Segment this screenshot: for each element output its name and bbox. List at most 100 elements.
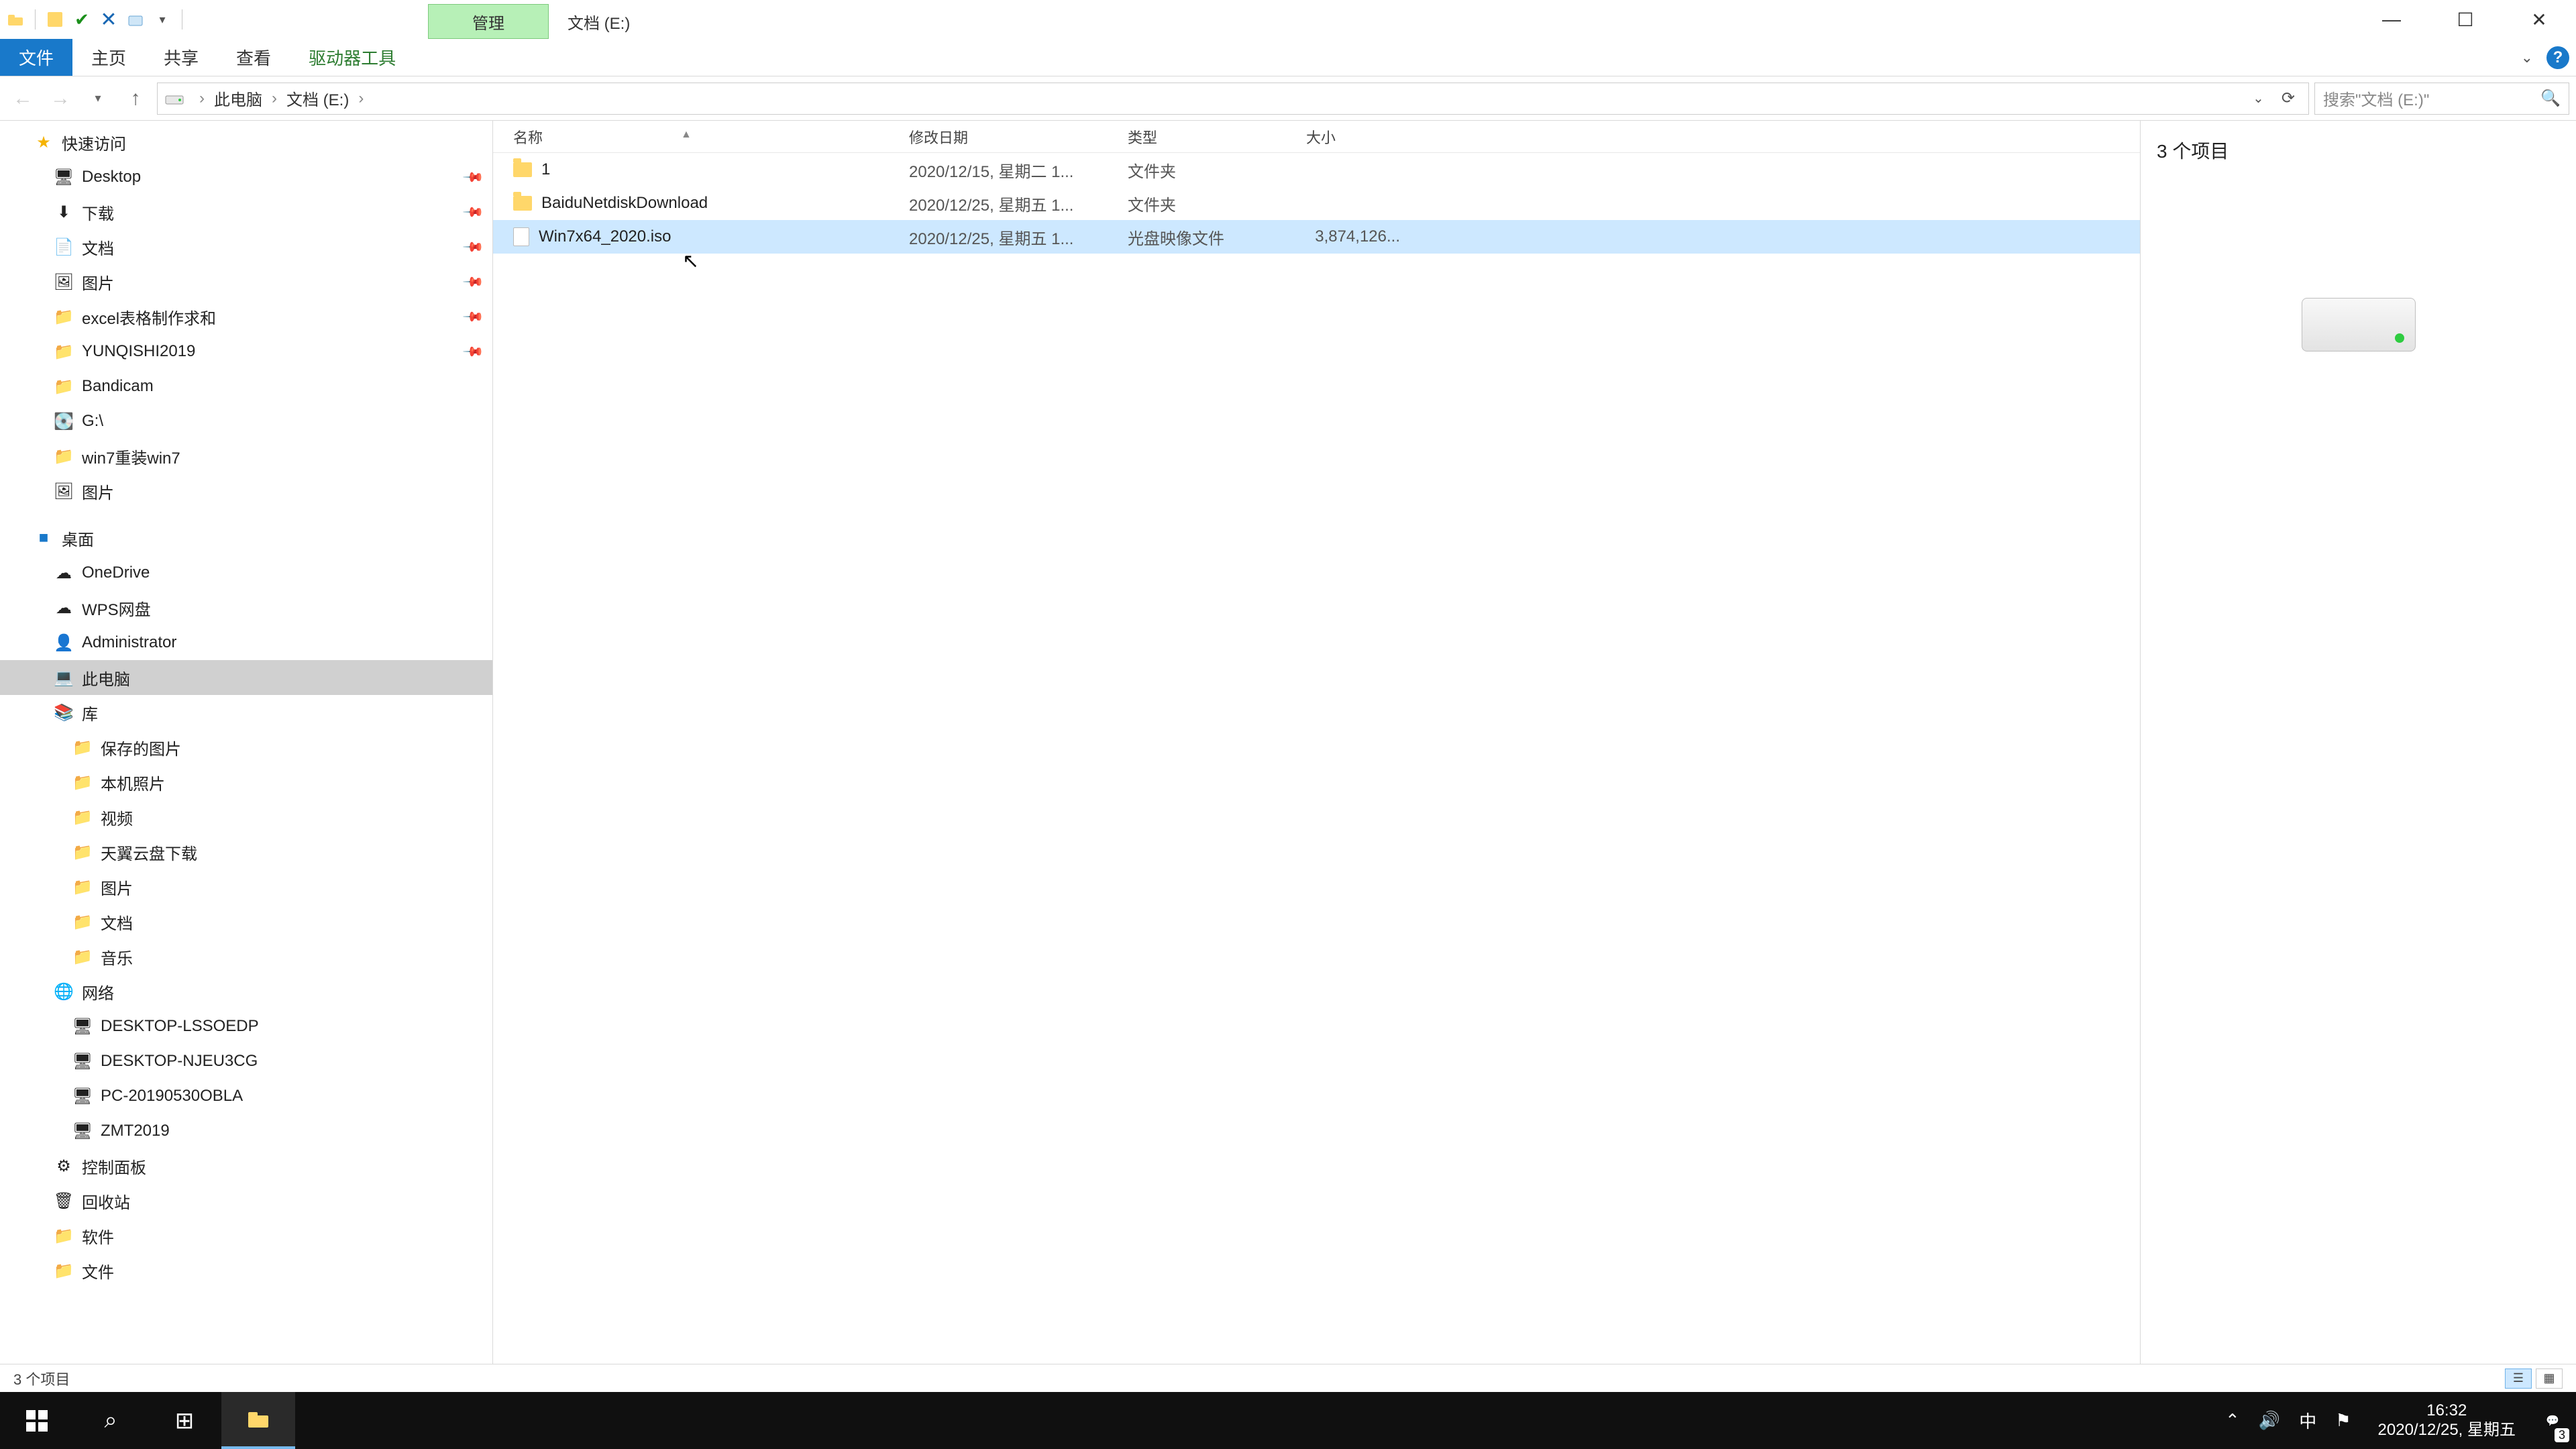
sidebar-item[interactable]: 🖼图片📌 — [0, 264, 492, 299]
start-button[interactable] — [0, 1392, 74, 1449]
navigation-pane[interactable]: ★快速访问 🖥Desktop📌⬇下载📌📄文档📌🖼图片📌📁excel表格制作求和📌… — [0, 121, 493, 1364]
computer-icon: 🖥 — [72, 1121, 93, 1141]
file-row[interactable]: 12020/12/15, 星期二 1...文件夹 — [493, 153, 2140, 186]
close-icon[interactable]: ✕ — [97, 8, 120, 31]
sidebar-item[interactable]: 📁图片 — [0, 869, 492, 904]
file-name: 1 — [541, 160, 550, 179]
qat-dropdown-icon[interactable]: ▾ — [151, 8, 174, 31]
sidebar-item[interactable]: ☁WPS网盘 — [0, 590, 492, 625]
manage-context-tab[interactable]: 管理 — [428, 4, 549, 39]
chevron-right-icon[interactable]: › — [352, 89, 370, 108]
search-icon[interactable]: 🔍 — [2540, 89, 2561, 108]
sidebar-item[interactable]: 🖥Desktop📌 — [0, 160, 492, 195]
drive-tools-tab[interactable]: 驱动器工具 — [290, 39, 415, 76]
column-size[interactable]: 大小 — [1286, 126, 1413, 148]
home-tab[interactable]: 主页 — [72, 39, 145, 76]
up-button[interactable]: ↑ — [119, 83, 152, 115]
refresh-icon[interactable]: ⟳ — [2275, 89, 2302, 108]
pin-icon: 📌 — [462, 165, 485, 189]
system-tray: ⌃ 🔊 中 ⚑ — [2212, 1408, 2365, 1433]
action-center-button[interactable]: 💬 3 — [2529, 1392, 2576, 1449]
sidebar-item-this-pc[interactable]: 💻此电脑 — [0, 660, 492, 695]
quick-access[interactable]: ★快速访问 — [0, 125, 492, 160]
column-name[interactable]: 名称▲ — [493, 126, 889, 148]
sidebar-item[interactable]: 📁软件 — [0, 1218, 492, 1253]
sidebar-item[interactable]: 📁本机照片 — [0, 765, 492, 800]
sidebar-item[interactable]: 📁保存的图片 — [0, 730, 492, 765]
address-bar[interactable]: › 此电脑 › 文档 (E:) › ⌄ ⟳ — [157, 83, 2309, 115]
sidebar-item[interactable]: 📁win7重装win7 — [0, 439, 492, 474]
item-icon: 📄 — [54, 237, 74, 257]
sidebar-item[interactable]: 📁YUNQISHI2019📌 — [0, 334, 492, 369]
sidebar-item[interactable]: ⬇下载📌 — [0, 195, 492, 229]
sidebar-item[interactable]: 📚库 — [0, 695, 492, 730]
sidebar-item[interactable]: 👤Administrator — [0, 625, 492, 660]
sidebar-item[interactable]: 🖥DESKTOP-LSSOEDP — [0, 1009, 492, 1044]
close-button[interactable]: ✕ — [2502, 0, 2576, 39]
tray-chevron-icon[interactable]: ⌃ — [2225, 1410, 2240, 1431]
app-icon[interactable] — [4, 8, 27, 31]
forward-button[interactable]: → — [44, 83, 76, 115]
explorer-taskbar-icon[interactable] — [221, 1392, 295, 1449]
checkmark-icon[interactable]: ✔ — [70, 8, 93, 31]
sidebar-item[interactable]: 📁文件 — [0, 1253, 492, 1288]
back-button[interactable]: ← — [7, 83, 39, 115]
search-button[interactable]: ⌕ — [74, 1392, 148, 1449]
ime-indicator[interactable]: 中 — [2299, 1408, 2316, 1433]
minimize-button[interactable]: — — [2355, 0, 2428, 39]
volume-icon[interactable]: 🔊 — [2259, 1410, 2280, 1431]
chevron-right-icon[interactable]: › — [265, 89, 284, 108]
address-dropdown-icon[interactable]: ⌄ — [2246, 90, 2271, 107]
recent-locations-dropdown[interactable]: ▾ — [82, 83, 114, 115]
sidebar-item[interactable]: 🖥PC-20190530OBLA — [0, 1079, 492, 1114]
drive-thumbnail — [2302, 298, 2416, 352]
breadcrumb-location[interactable]: 文档 (E:) — [284, 87, 352, 110]
item-icon: 📚 — [54, 702, 74, 722]
share-tab[interactable]: 共享 — [145, 39, 217, 76]
sidebar-item[interactable]: ☁OneDrive — [0, 555, 492, 590]
drive-icon — [164, 89, 184, 109]
properties-icon[interactable] — [44, 8, 66, 31]
sidebar-item[interactable]: 🗑回收站 — [0, 1183, 492, 1218]
sidebar-item[interactable]: 🖥DESKTOP-NJEU3CG — [0, 1044, 492, 1079]
item-icon: 📁 — [72, 807, 93, 827]
sidebar-item[interactable]: 💽G:\ — [0, 404, 492, 439]
security-icon[interactable]: ⚑ — [2335, 1410, 2351, 1431]
maximize-button[interactable]: ☐ — [2428, 0, 2502, 39]
clock[interactable]: 16:32 2020/12/25, 星期五 — [2365, 1401, 2529, 1440]
search-placeholder: 搜索"文档 (E:)" — [2323, 87, 2429, 110]
item-icon: 🖼 — [54, 481, 74, 501]
expand-ribbon-icon[interactable]: ⌄ — [2521, 49, 2533, 66]
sidebar-item-network[interactable]: 🌐网络 — [0, 974, 492, 1009]
column-type[interactable]: 类型 — [1108, 126, 1286, 148]
sidebar-item[interactable]: 📄文档📌 — [0, 229, 492, 264]
sidebar-item[interactable]: ⚙控制面板 — [0, 1148, 492, 1183]
sidebar-item[interactable]: 📁音乐 — [0, 939, 492, 974]
item-icon: ⬇ — [54, 202, 74, 222]
file-tab[interactable]: 文件 — [0, 39, 72, 76]
chevron-right-icon[interactable]: › — [193, 89, 211, 108]
item-icon: 📁 — [54, 1260, 74, 1281]
file-row[interactable]: BaiduNetdiskDownload2020/12/25, 星期五 1...… — [493, 186, 2140, 220]
task-view-button[interactable]: ⊞ — [148, 1392, 221, 1449]
file-row[interactable]: Win7x64_2020.iso2020/12/25, 星期五 1...光盘映像… — [493, 220, 2140, 254]
new-folder-icon[interactable] — [124, 8, 147, 31]
sidebar-item[interactable]: 📁视频 — [0, 800, 492, 835]
sidebar-item[interactable]: 🖼图片 — [0, 474, 492, 508]
details-view-button[interactable]: ☰ — [2505, 1368, 2532, 1389]
navigation-bar: ← → ▾ ↑ › 此电脑 › 文档 (E:) › ⌄ ⟳ 搜索"文档 (E:)… — [0, 76, 2576, 121]
sidebar-item[interactable]: 📁Bandicam — [0, 369, 492, 404]
search-box[interactable]: 搜索"文档 (E:)" 🔍 — [2314, 83, 2569, 115]
help-icon[interactable]: ? — [2546, 46, 2569, 69]
breadcrumb-root[interactable]: 此电脑 — [211, 87, 265, 110]
desktop-root[interactable]: ■桌面 — [0, 521, 492, 555]
view-tab[interactable]: 查看 — [217, 39, 290, 76]
item-icon: ⚙ — [54, 1156, 74, 1176]
icons-view-button[interactable]: ▦ — [2536, 1368, 2563, 1389]
sidebar-item[interactable]: 📁天翼云盘下载 — [0, 835, 492, 869]
sidebar-item[interactable]: 📁excel表格制作求和📌 — [0, 299, 492, 334]
column-date[interactable]: 修改日期 — [889, 126, 1108, 148]
sidebar-item[interactable]: 🖥ZMT2019 — [0, 1114, 492, 1148]
status-text: 3 个项目 — [13, 1368, 70, 1389]
sidebar-item[interactable]: 📁文档 — [0, 904, 492, 939]
